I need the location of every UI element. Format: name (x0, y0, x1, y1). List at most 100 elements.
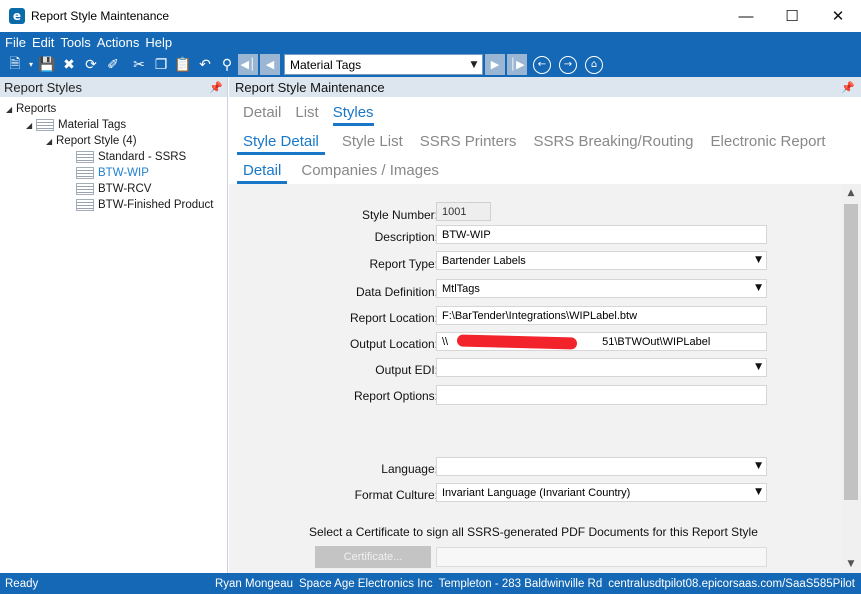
scrollbar-thumb[interactable] (844, 204, 858, 500)
tree-node-reports[interactable]: ◢ Reports (6, 101, 56, 117)
output-edi-select[interactable]: ▼ (436, 358, 767, 377)
tab-style-list[interactable]: Style List (342, 133, 403, 155)
document-icon (76, 199, 94, 211)
scroll-down-icon[interactable]: ▼ (841, 555, 861, 573)
format-culture-label: Format Culture: (354, 488, 438, 502)
menu-help[interactable]: Help (144, 35, 177, 50)
document-icon (36, 119, 54, 131)
refresh-icon[interactable]: ⟳ (80, 54, 102, 76)
data-definition-value: MtlTags (442, 282, 480, 295)
chevron-down-icon[interactable]: ▼ (466, 60, 482, 70)
last-record-button[interactable]: │▶ (507, 54, 527, 75)
report-location-input[interactable]: F:\BarTender\Integrations\WIPLabel.btw (436, 306, 767, 325)
tree-node-style-selected[interactable]: BTW-WIP (76, 165, 149, 181)
toolbar: 🗎 ▾ 💾 ✖ ⟳ ✐ ✂ ❐ 📋 ↶ ⚲ ◀│ ◀ Material Tags… (0, 52, 861, 77)
description-label: Description: (374, 230, 438, 244)
tab-style-detail[interactable]: Style Detail (237, 133, 325, 155)
status-text: Ready (5, 577, 39, 590)
menu-tools[interactable]: Tools (59, 35, 95, 50)
search-binoculars-icon[interactable]: ⚲ (216, 54, 238, 76)
tabs-level-3: Detail Companies / Images (237, 162, 453, 184)
record-combo[interactable]: Material Tags ▼ (284, 54, 483, 75)
save-icon[interactable]: 💾 (36, 54, 58, 76)
cut-icon[interactable]: ✂ (128, 54, 150, 76)
prev-record-button[interactable]: ◀ (260, 54, 280, 75)
tree-label: Report Style (4) (56, 135, 137, 147)
paste-icon[interactable]: 📋 (172, 54, 194, 76)
minimize-button[interactable]: — (723, 0, 769, 32)
tabs-level-2: Style Detail Style List SSRS Printers SS… (237, 133, 843, 155)
new-icon[interactable]: 🗎 (4, 54, 26, 76)
tree-panel: Report Styles 📌 ◢ Reports ◢ Material Tag… (0, 77, 228, 573)
tab-list[interactable]: List (295, 104, 318, 126)
expand-icon[interactable]: ◢ (46, 137, 56, 146)
document-icon (76, 151, 94, 163)
tab-companies-images[interactable]: Companies / Images (301, 162, 439, 184)
chevron-down-icon[interactable]: ▼ (755, 487, 762, 497)
certificate-button[interactable]: Certificate... (315, 546, 431, 568)
delete-icon[interactable]: ✖ (58, 54, 80, 76)
clear-icon[interactable]: ✐ (102, 54, 124, 76)
tree-label: Reports (16, 103, 57, 115)
next-record-button[interactable]: ▶ (485, 54, 505, 75)
vertical-scrollbar[interactable]: ▲ ▼ (841, 184, 861, 573)
description-input[interactable]: BTW-WIP (436, 225, 767, 244)
app-logo-icon: e (9, 8, 25, 24)
pin-icon[interactable]: 📌 (209, 81, 223, 94)
back-icon[interactable]: ← (533, 55, 551, 74)
scroll-up-icon[interactable]: ▲ (841, 184, 861, 202)
tab-ssrs-breaking-routing[interactable]: SSRS Breaking/Routing (533, 133, 693, 155)
chevron-down-icon[interactable]: ▼ (755, 283, 762, 293)
certificate-field (436, 547, 767, 567)
tree-node-style[interactable]: BTW-RCV (76, 181, 151, 197)
tree-node-style[interactable]: BTW-Finished Product (76, 197, 213, 213)
chevron-down-icon[interactable]: ▼ (755, 255, 762, 265)
format-culture-select[interactable]: Invariant Language (Invariant Country) ▼ (436, 483, 767, 502)
chevron-down-icon[interactable]: ▼ (755, 362, 762, 372)
first-record-button[interactable]: ◀│ (238, 54, 258, 75)
report-location-value: F:\BarTender\Integrations\WIPLabel.btw (442, 309, 638, 322)
close-window-button[interactable]: ✕ (815, 0, 861, 32)
menu-edit[interactable]: Edit (31, 35, 59, 50)
output-location-input[interactable]: \\ 51\BTWOut\WIPLabel (436, 332, 767, 351)
report-type-value: Bartender Labels (442, 254, 526, 267)
pin-icon[interactable]: 📌 (841, 81, 855, 94)
copy-icon[interactable]: ❐ (150, 54, 172, 76)
document-icon (76, 167, 94, 179)
home-icon[interactable]: ⌂ (585, 55, 603, 74)
tab-electronic-report[interactable]: Electronic Report (711, 133, 826, 155)
expand-icon[interactable]: ◢ (26, 121, 36, 130)
style-number-value: 1001 (442, 205, 467, 218)
language-select[interactable]: ▼ (436, 457, 767, 476)
tab-ssrs-printers[interactable]: SSRS Printers (420, 133, 517, 155)
data-definition-select[interactable]: MtlTags ▼ (436, 279, 767, 298)
chevron-down-icon[interactable]: ▼ (755, 461, 762, 471)
output-edi-label: Output EDI: (375, 363, 438, 377)
menu-actions[interactable]: Actions (96, 35, 145, 50)
report-location-label: Report Location: (349, 311, 438, 325)
format-culture-value: Invariant Language (Invariant Country) (442, 486, 631, 499)
tree-label: Standard - SSRS (98, 151, 187, 163)
tree-label: BTW-Finished Product (98, 199, 214, 211)
tree-panel-header: Report Styles 📌 (0, 77, 227, 97)
tab-styles[interactable]: Styles (332, 104, 374, 126)
status-server: centralusdtpilot08.epicorsaas.com/SaaS58… (608, 577, 855, 590)
undo-icon[interactable]: ↶ (194, 54, 216, 76)
expand-icon[interactable]: ◢ (6, 105, 16, 114)
status-company: Space Age Electronics Inc (298, 577, 433, 590)
output-location-value-end: 51\BTWOut\WIPLabel (602, 335, 711, 348)
report-options-input[interactable] (436, 385, 767, 405)
forward-icon[interactable]: → (559, 55, 577, 74)
tree-node-report-style[interactable]: ◢ Report Style (4) (46, 133, 137, 149)
tree-node-style[interactable]: Standard - SSRS (76, 149, 186, 165)
tab-detail[interactable]: Detail (243, 104, 281, 126)
tree-node-material-tags[interactable]: ◢ Material Tags (26, 117, 126, 133)
new-dropdown-icon[interactable]: ▾ (26, 54, 36, 76)
tab-sub-detail[interactable]: Detail (237, 162, 288, 184)
report-type-select[interactable]: Bartender Labels ▼ (436, 251, 767, 270)
menu-file[interactable]: File (4, 35, 31, 50)
data-definition-label: Data Definition: (355, 285, 438, 299)
status-user: Ryan Mongeau (214, 577, 293, 590)
tree-label: Material Tags (58, 119, 127, 131)
maximize-button[interactable]: ☐ (769, 0, 815, 32)
